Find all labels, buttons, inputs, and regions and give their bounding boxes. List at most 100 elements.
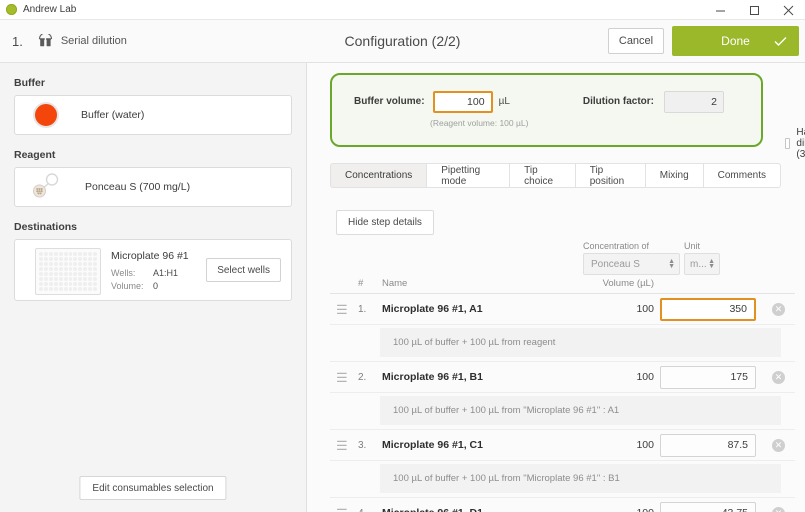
row-concentration-input[interactable]	[660, 501, 756, 512]
row-detail-wrapper: 100 µL of buffer + 100 µL from "Micropla…	[330, 461, 795, 498]
delete-circle-icon[interactable]: ✕	[772, 302, 785, 316]
plate-well	[88, 287, 93, 291]
plate-well	[43, 277, 48, 281]
delete-circle-icon[interactable]: ✕	[772, 438, 785, 452]
step-number: 1.	[12, 33, 23, 49]
hide-step-details-button[interactable]: Hide step details	[336, 210, 434, 235]
plate-well	[43, 262, 48, 266]
plate-well	[68, 287, 73, 291]
reagent-card[interactable]: Ponceau S (700 mg/L)	[14, 167, 292, 207]
plate-well	[48, 277, 53, 281]
drag-handle-icon[interactable]: ☰	[330, 371, 358, 384]
table-rows-container: ☰1.Microplate 96 #1, A1100✕100 µL of buf…	[330, 294, 795, 512]
reagent-label: Ponceau S (700 mg/L)	[85, 181, 191, 193]
plate-well	[53, 282, 58, 286]
close-icon[interactable]	[771, 0, 805, 20]
tab-concentrations[interactable]: Concentrations	[330, 163, 427, 188]
col-volume-header: Volume (µL)	[602, 278, 654, 289]
buffer-card[interactable]: Buffer (water)	[14, 95, 292, 135]
half-log-checkbox[interactable]	[785, 138, 791, 149]
volume-value: 0	[153, 281, 159, 291]
andrew-lab-logo-icon	[6, 4, 17, 15]
header-actions: Cancel Done	[608, 26, 799, 56]
window-controls	[703, 0, 805, 19]
edit-consumables-selection-button[interactable]: Edit consumables selection	[79, 476, 227, 500]
plate-well	[63, 267, 68, 271]
dilution-factor-input[interactable]	[664, 91, 724, 113]
plate-well	[63, 272, 68, 276]
row-concentration-input[interactable]	[660, 365, 756, 389]
row-index: 2.	[358, 371, 367, 383]
plate-well	[78, 252, 83, 256]
row-index: 1.	[358, 303, 367, 315]
plate-well	[88, 272, 93, 276]
plate-well	[78, 257, 83, 261]
maximize-icon[interactable]	[737, 0, 771, 20]
plate-well	[68, 267, 73, 271]
plate-well	[58, 287, 63, 291]
plate-well	[68, 252, 73, 256]
drag-handle-icon[interactable]: ☰	[330, 303, 358, 316]
plate-well	[63, 262, 68, 266]
microplate-96-icon	[35, 248, 101, 295]
delete-circle-icon[interactable]: ✕	[772, 506, 785, 512]
unit-label: Unit	[684, 241, 701, 251]
unit-select[interactable]: m... ▲ ▼	[684, 253, 720, 275]
drag-handle-icon[interactable]: ☰	[330, 507, 358, 512]
done-button[interactable]: Done	[672, 26, 799, 56]
plate-well	[63, 252, 68, 256]
half-log-dilution-row[interactable]: Half-log dilution (3.16)	[785, 127, 805, 160]
destinations-section-title: Destinations	[14, 221, 78, 233]
plate-well	[58, 267, 63, 271]
tab-tip-choice[interactable]: Tip choice	[509, 163, 575, 188]
tab-pipetting-mode[interactable]: Pipetting mode	[426, 163, 510, 188]
plate-well	[63, 277, 68, 281]
dilution-factor-label: Dilution factor:	[582, 96, 654, 107]
plate-well	[39, 267, 43, 271]
plate-well	[63, 287, 68, 291]
drag-handle-icon[interactable]: ☰	[330, 439, 358, 452]
dilution-factor-group: Dilution factor:	[583, 91, 724, 113]
destination-name: Microplate 96 #1	[111, 250, 189, 262]
buffer-volume-label: Buffer volume:	[354, 96, 425, 107]
tab-tip-position[interactable]: Tip position	[574, 163, 645, 188]
row-concentration-input[interactable]	[660, 297, 756, 321]
tab-comments[interactable]: Comments	[702, 163, 781, 188]
delete-circle-icon[interactable]: ✕	[772, 370, 785, 384]
tab-mixing[interactable]: Mixing	[644, 163, 703, 188]
plate-well	[78, 272, 83, 276]
plate-well	[48, 252, 53, 256]
buffer-section-title: Buffer	[14, 77, 45, 89]
row-concentration-input[interactable]	[660, 433, 756, 457]
destination-wells-row: Wells: A1:H1	[111, 268, 206, 278]
plate-well	[48, 272, 53, 276]
cancel-button[interactable]: Cancel	[608, 28, 664, 54]
plate-well	[58, 252, 63, 256]
plate-well	[58, 257, 63, 261]
concentrations-table: Concentration of Unit Ponceau S ▲ ▼ m... …	[330, 241, 795, 512]
plate-well	[48, 282, 53, 286]
destination-info: Microplate 96 #1 Wells: A1:H1 Volume: 0	[111, 248, 206, 294]
plate-well	[93, 277, 97, 281]
plate-well	[68, 277, 73, 281]
plate-well	[78, 282, 83, 286]
concentration-of-select[interactable]: Ponceau S ▲ ▼	[583, 253, 680, 275]
main-body: Buffer Buffer (water) Reagent Ponceau S …	[0, 63, 805, 512]
row-detail-wrapper: 100 µL of buffer + 100 µL from "Micropla…	[330, 393, 795, 430]
plate-well	[39, 277, 43, 281]
row-volume: 100	[636, 371, 654, 383]
select-wells-button[interactable]: Select wells	[206, 258, 281, 282]
row-volume: 100	[582, 507, 660, 512]
destination-card[interactable]: Microplate 96 #1 Wells: A1:H1 Volume: 0 …	[14, 239, 292, 301]
plate-well	[78, 267, 83, 271]
step-header: 1. Serial dilution Configuration (2/2) C…	[0, 20, 805, 63]
wells-label: Wells:	[111, 268, 136, 278]
table-selectors: Ponceau S ▲ ▼ m... ▲ ▼	[330, 253, 795, 275]
row-detail-wrapper: 100 µL of buffer + 100 µL from reagent	[330, 325, 795, 362]
plate-well	[53, 267, 58, 271]
plate-well	[39, 262, 43, 266]
plate-well	[83, 267, 88, 271]
minimize-icon[interactable]	[703, 0, 737, 20]
buffer-volume-input[interactable]	[432, 91, 493, 113]
plate-well	[93, 287, 97, 291]
